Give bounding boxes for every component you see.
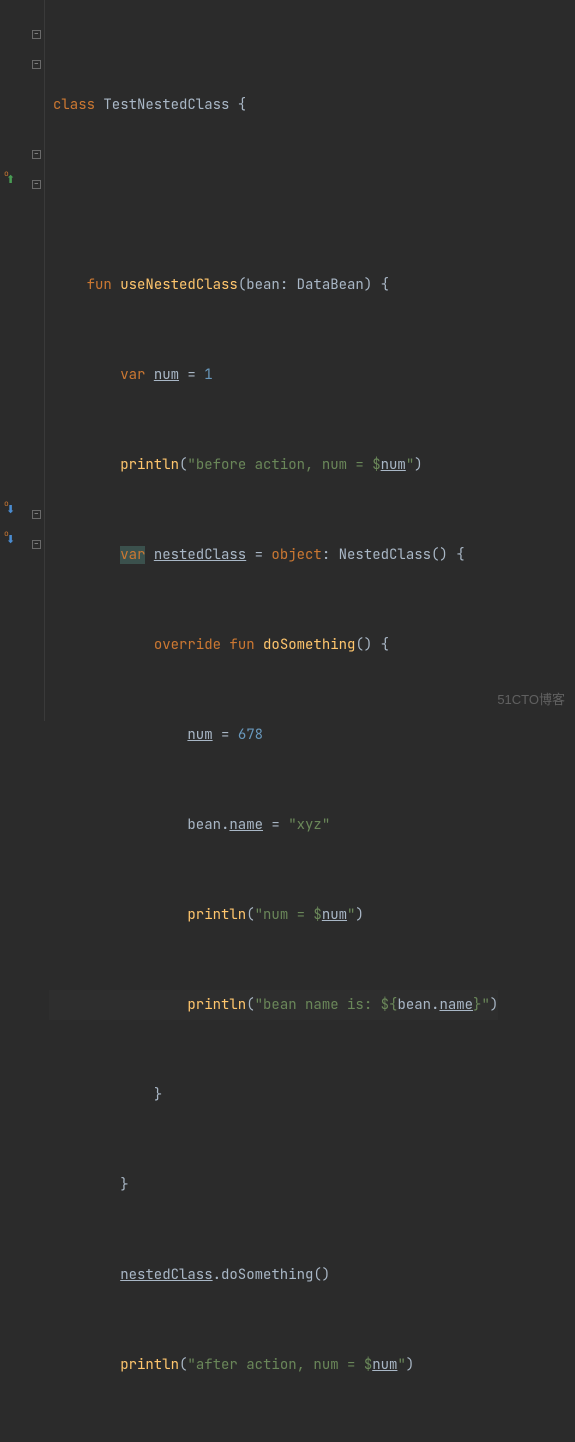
code-line[interactable]: } (49, 1440, 498, 1442)
code-line[interactable]: fun useNestedClass(bean: DataBean) { (49, 270, 498, 300)
code-line[interactable]: println("before action, num = $num") (49, 450, 498, 480)
override-down-icon[interactable]: ⬇o (6, 525, 15, 555)
code-line[interactable] (49, 180, 498, 210)
code-area[interactable]: class TestNestedClass { fun useNestedCla… (45, 0, 498, 721)
fold-marker[interactable] (32, 180, 41, 189)
fold-marker[interactable] (32, 510, 41, 519)
fold-marker[interactable] (32, 540, 41, 549)
code-line[interactable]: num = 678 (49, 720, 498, 750)
code-line[interactable]: class TestNestedClass { (49, 90, 498, 120)
code-line[interactable]: override fun doSomething() { (49, 630, 498, 660)
code-line[interactable]: } (49, 1170, 498, 1200)
code-editor[interactable]: ⬆o ⬇o ⬇o class TestNestedClass { fun use… (0, 0, 575, 721)
editor-gutter: ⬆o ⬇o ⬇o (0, 0, 45, 721)
watermark: 51CTO博客 (497, 685, 565, 715)
code-line[interactable]: } (49, 1080, 498, 1110)
code-line[interactable]: println("num = $num") (49, 900, 498, 930)
code-line[interactable]: println("after action, num = $num") (49, 1350, 498, 1380)
fold-marker[interactable] (32, 60, 41, 69)
fold-marker[interactable] (32, 150, 41, 159)
code-line[interactable]: bean.name = "xyz" (49, 810, 498, 840)
code-line[interactable]: nestedClass.doSomething() (49, 1260, 498, 1290)
fold-marker[interactable] (32, 30, 41, 39)
code-line-current[interactable]: println("bean name is: ${bean.name}") (49, 990, 498, 1020)
code-line[interactable]: var num = 1 (49, 360, 498, 390)
override-up-icon[interactable]: ⬆o (6, 165, 15, 195)
code-line[interactable]: var nestedClass = object: NestedClass() … (49, 540, 498, 570)
